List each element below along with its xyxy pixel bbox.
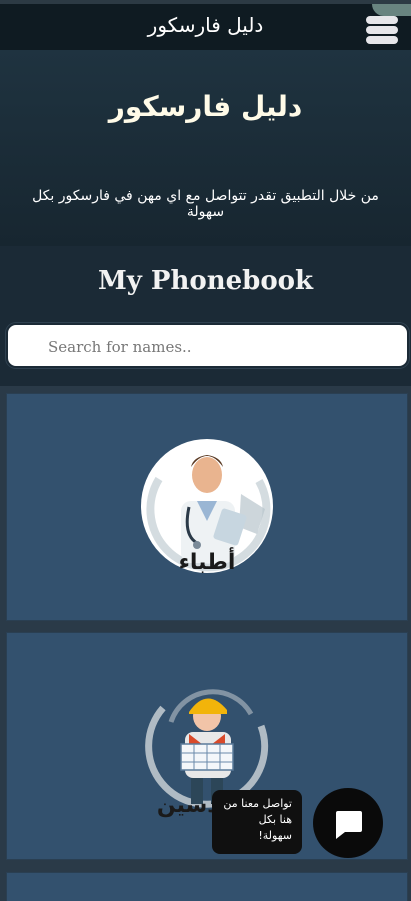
category-card-partial[interactable]	[6, 872, 408, 901]
chat-prompt-bubble[interactable]: تواصل معنا من هنا بكل سهولة!	[212, 790, 302, 854]
search-input[interactable]	[48, 335, 388, 359]
top-bar: دليل فارسكور	[0, 0, 411, 50]
hamburger-icon[interactable]	[366, 16, 398, 44]
category-card-doctors[interactable]: أطباء	[6, 393, 408, 621]
hero-title: دليل فارسكور	[108, 90, 303, 123]
chat-button[interactable]	[313, 788, 383, 858]
category-label: أطباء	[178, 550, 236, 575]
menu-line	[366, 36, 398, 44]
search-box	[6, 323, 409, 368]
menu-line	[366, 16, 398, 24]
hero-section: دليل فارسكور من خلال التطبيق تقدر تتواصل…	[0, 50, 411, 246]
phonebook-title: My Phonebook	[97, 266, 314, 296]
menu-line	[366, 26, 398, 34]
chat-icon	[336, 811, 362, 839]
hero-description: من خلال التطبيق تقدر تتواصل مع اي مهن في…	[32, 188, 379, 220]
app-title: دليل فارسكور	[147, 13, 264, 37]
